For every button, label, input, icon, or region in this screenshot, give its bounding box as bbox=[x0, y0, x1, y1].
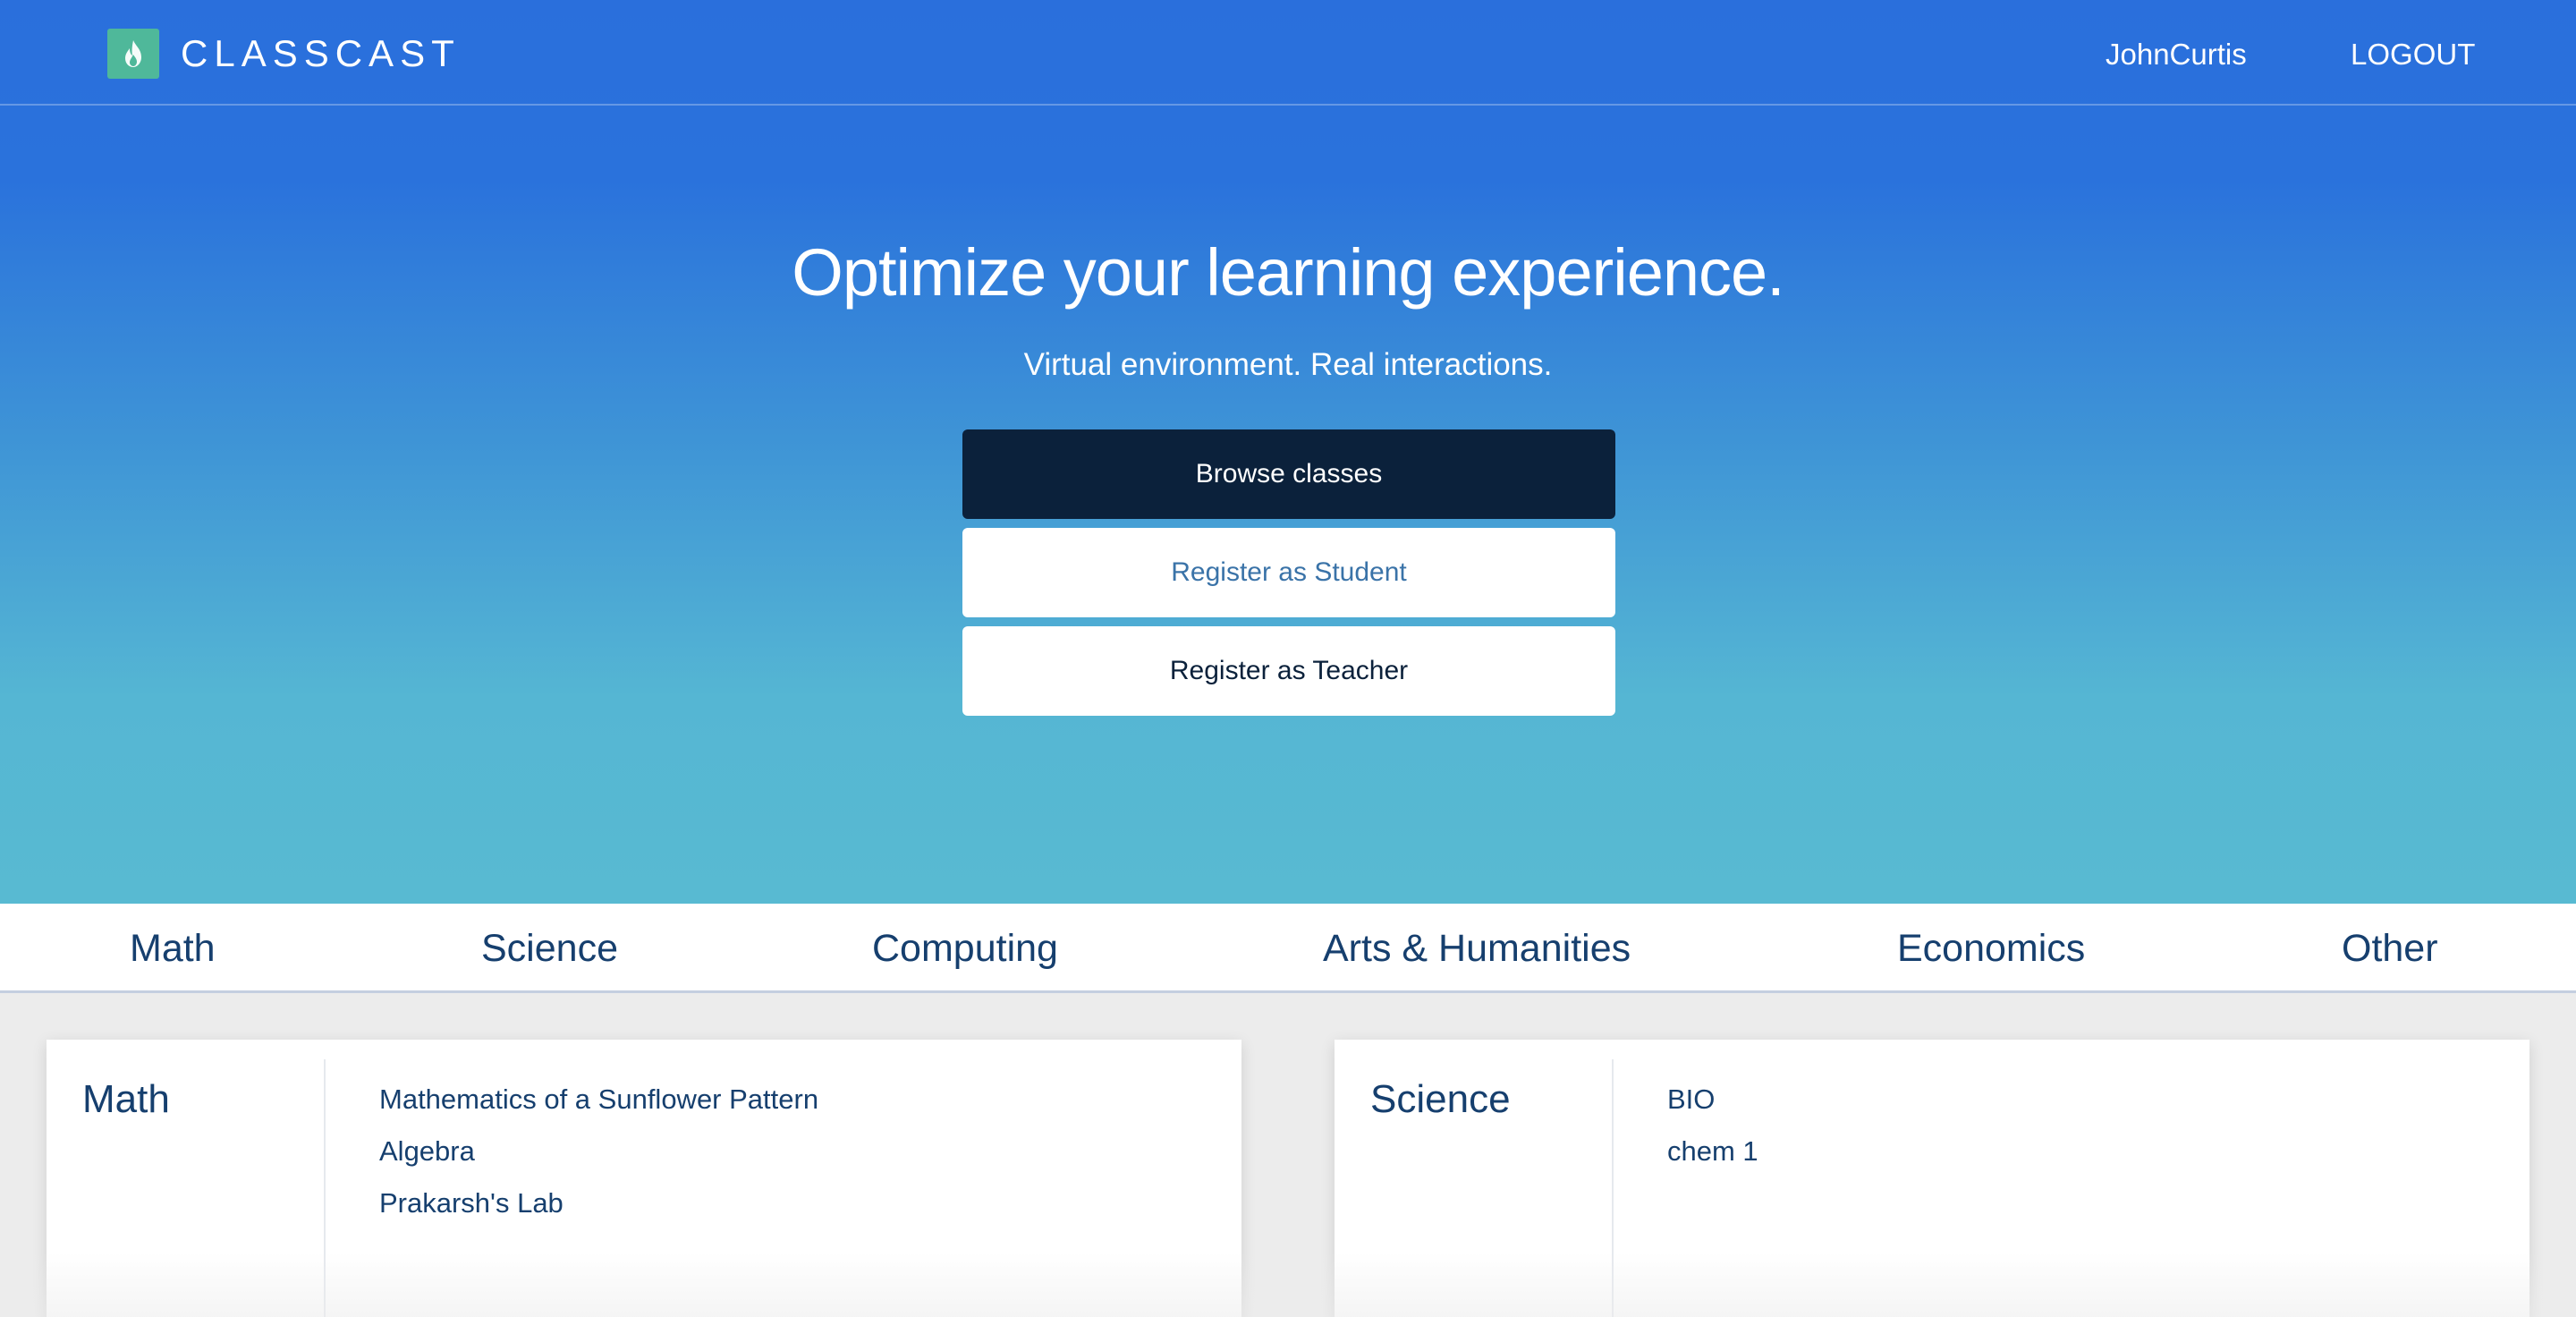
logo-mark[interactable] bbox=[107, 29, 159, 79]
card-divider bbox=[1612, 1059, 1614, 1317]
tab-science[interactable]: Science bbox=[481, 927, 618, 971]
class-link[interactable]: Mathematics of a Sunflower Pattern bbox=[379, 1074, 818, 1126]
tab-computing[interactable]: Computing bbox=[872, 927, 1058, 971]
class-link[interactable]: Prakarsh's Lab bbox=[379, 1177, 818, 1229]
top-navbar: CLASSCAST JohnCurtis LOGOUT bbox=[0, 0, 2576, 106]
card-title: Math bbox=[82, 1077, 170, 1121]
class-link[interactable]: Algebra bbox=[379, 1126, 818, 1177]
browse-classes-button[interactable]: Browse classes bbox=[962, 429, 1615, 519]
tab-arts-humanities[interactable]: Arts & Humanities bbox=[1323, 927, 1631, 971]
flame-icon bbox=[125, 40, 141, 67]
brand-name[interactable]: CLASSCAST bbox=[181, 32, 461, 75]
class-link[interactable]: chem 1 bbox=[1667, 1126, 1758, 1177]
tab-math[interactable]: Math bbox=[130, 927, 216, 971]
category-card-math: Math Mathematics of a Sunflower Pattern … bbox=[47, 1040, 1241, 1317]
tab-other[interactable]: Other bbox=[2342, 927, 2438, 971]
card-title: Science bbox=[1370, 1077, 1511, 1121]
class-link[interactable]: BIO bbox=[1667, 1074, 1758, 1126]
card-divider bbox=[324, 1059, 326, 1317]
category-card-science: Science BIO chem 1 bbox=[1335, 1040, 2529, 1317]
user-name-link[interactable]: JohnCurtis bbox=[2106, 38, 2247, 72]
register-teacher-button[interactable]: Register as Teacher bbox=[962, 626, 1615, 716]
hero-title: Optimize your learning experience. bbox=[792, 235, 1784, 310]
hero-subtitle: Virtual environment. Real interactions. bbox=[1023, 347, 1553, 382]
register-student-button[interactable]: Register as Student bbox=[962, 528, 1615, 617]
tab-economics[interactable]: Economics bbox=[1897, 927, 2085, 971]
logout-button[interactable]: LOGOUT bbox=[2351, 38, 2475, 72]
hero-section: CLASSCAST JohnCurtis LOGOUT Optimize you… bbox=[0, 0, 2576, 904]
category-tabs: Math Science Computing Arts & Humanities… bbox=[0, 904, 2576, 993]
class-list: BIO chem 1 bbox=[1667, 1074, 1758, 1177]
class-list: Mathematics of a Sunflower Pattern Algeb… bbox=[379, 1074, 818, 1229]
